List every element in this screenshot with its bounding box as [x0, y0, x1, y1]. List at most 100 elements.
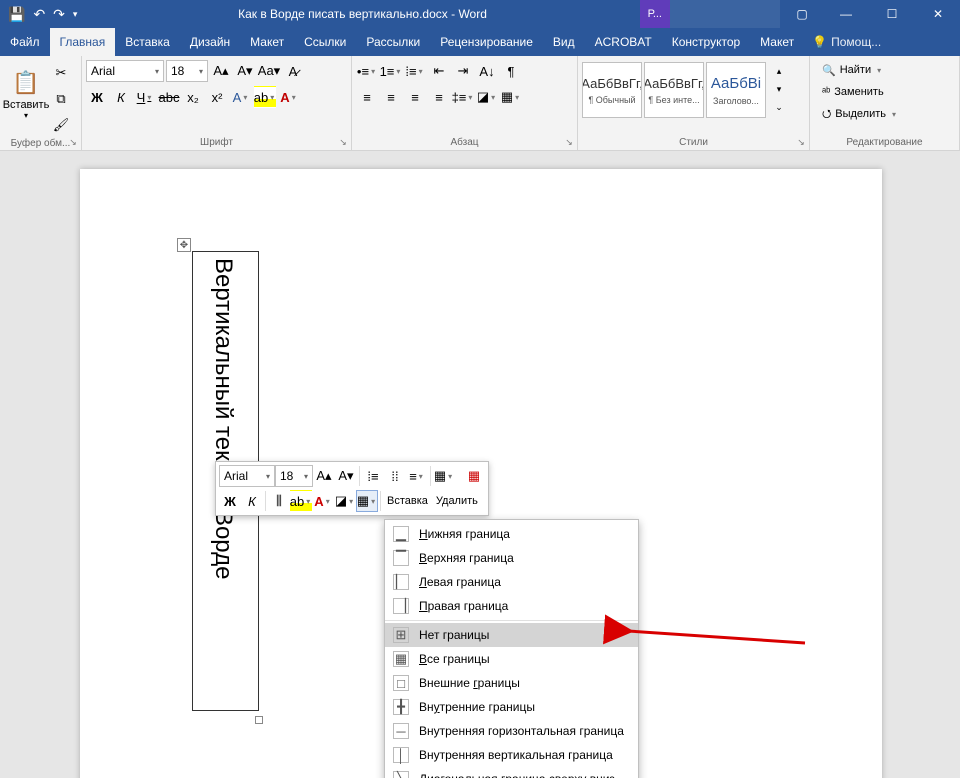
redo-icon[interactable]: ↷	[53, 6, 65, 23]
mini-align[interactable]: ≡▾	[406, 465, 428, 487]
border-inside-v[interactable]: │Внутренняя вертикальная граница	[385, 743, 638, 767]
subscript-button[interactable]: x₂	[182, 86, 204, 108]
tab-mailings[interactable]: Рассылки	[356, 28, 430, 56]
copy-button[interactable]: ⧉	[50, 88, 72, 110]
maximize-button[interactable]: ☐	[870, 0, 914, 28]
mini-shading[interactable]: ◪▾	[334, 490, 356, 512]
tab-view[interactable]: Вид	[543, 28, 585, 56]
dialog-launcher-icon[interactable]: ↘	[67, 136, 79, 148]
font-color-button[interactable]: A▾	[278, 86, 300, 108]
border-right[interactable]: ▕Правая граница	[385, 594, 638, 618]
highlight-button[interactable]: ab▾	[254, 86, 276, 108]
style-normal[interactable]: АаБбВвГг,¶ Обычный	[582, 62, 642, 118]
change-case-button[interactable]: Aa▾	[258, 60, 280, 82]
align-right-button[interactable]: ≡	[404, 86, 426, 108]
bullets-button[interactable]: •≡▾	[356, 60, 378, 82]
border-top[interactable]: ▔Верхняя граница	[385, 546, 638, 570]
find-button[interactable]: 🔍Найти▾	[818, 60, 902, 80]
sort-button[interactable]: A↓	[476, 60, 498, 82]
select-button[interactable]: ⭯Выделить▾	[818, 104, 902, 124]
numbering-button[interactable]: 1≡▾	[380, 60, 402, 82]
underline-button[interactable]: Ч▾	[134, 86, 156, 108]
multilevel-list-button[interactable]: ⁞≡▾	[404, 60, 426, 82]
save-icon[interactable]: 💾	[8, 6, 25, 23]
user-account[interactable]	[670, 0, 780, 28]
mini-style1[interactable]: ⁞≡	[362, 465, 384, 487]
border-outside[interactable]: □Внешние границы	[385, 671, 638, 695]
border-left[interactable]: ▏Левая граница	[385, 570, 638, 594]
tab-review[interactable]: Рецензирование	[430, 28, 543, 56]
table-move-handle[interactable]: ✥	[177, 238, 191, 252]
superscript-button[interactable]: x²	[206, 86, 228, 108]
styles-row-up[interactable]: ▴	[768, 62, 790, 80]
border-diag-down[interactable]: ╲Диагональная граница сверху вниз	[385, 767, 638, 778]
align-left-button[interactable]: ≡	[356, 86, 378, 108]
vertical-text[interactable]: Вертикальный текст в Ворде	[209, 258, 237, 579]
text-effects-button[interactable]: A▾	[230, 86, 252, 108]
font-name-combo[interactable]: Arial▾	[86, 60, 164, 82]
border-all[interactable]: ▦Все границы	[385, 647, 638, 671]
dialog-launcher-icon[interactable]: ↘	[795, 136, 807, 148]
tab-layout[interactable]: Макет	[240, 28, 294, 56]
dialog-launcher-icon[interactable]: ↘	[337, 136, 349, 148]
mini-highlight[interactable]: ab▾	[290, 490, 312, 512]
clear-formatting-button[interactable]: A̷	[282, 60, 304, 82]
grow-font-button[interactable]: A▴	[210, 60, 232, 82]
borders-button[interactable]: ▦▾	[500, 86, 522, 108]
ribbon-display-options-icon[interactable]: ▢	[780, 0, 824, 28]
tab-insert[interactable]: Вставка	[115, 28, 180, 56]
shading-button[interactable]: ◪▾	[476, 86, 498, 108]
mini-shrink-font[interactable]: A▾	[335, 465, 357, 487]
font-size-combo[interactable]: 18▾	[166, 60, 208, 82]
minimize-button[interactable]: —	[824, 0, 868, 28]
border-inside[interactable]: ╋Внутренние границы	[385, 695, 638, 719]
tab-acrobat[interactable]: ACROBAT	[585, 28, 662, 56]
line-spacing-button[interactable]: ‡≡▾	[452, 86, 474, 108]
mini-borders[interactable]: ▦▾	[356, 490, 378, 512]
dialog-launcher-icon[interactable]: ↘	[563, 136, 575, 148]
mini-italic[interactable]: К	[241, 490, 263, 512]
tell-me[interactable]: 💡Помощ...	[804, 28, 889, 56]
mini-table-delete[interactable]: ▦	[463, 465, 485, 487]
tab-file[interactable]: Файл	[0, 28, 50, 56]
mini-table-insert[interactable]: ▦▾	[433, 465, 455, 487]
style-no-spacing[interactable]: АаБбВвГг,¶ Без инте...	[644, 62, 704, 118]
shrink-font-button[interactable]: A▾	[234, 60, 256, 82]
border-inside-h[interactable]: ─Внутренняя горизонтальная граница	[385, 719, 638, 743]
mini-style2[interactable]: ⁞⁞	[384, 465, 406, 487]
styles-more[interactable]: ⌄	[768, 98, 790, 116]
justify-button[interactable]: ≡	[428, 86, 450, 108]
mini-font-color[interactable]: A▾	[312, 490, 334, 512]
qat-customize-icon[interactable]: ▾	[73, 9, 78, 20]
border-none[interactable]: ⊞Нет границы	[385, 623, 638, 647]
close-button[interactable]: ✕	[916, 0, 960, 28]
mini-font-combo[interactable]: Arial▾	[219, 465, 275, 487]
style-heading1[interactable]: АаБбВіЗаголово...	[706, 62, 766, 118]
tab-references[interactable]: Ссылки	[294, 28, 356, 56]
styles-row-down[interactable]: ▾	[768, 80, 790, 98]
tab-home[interactable]: Главная	[50, 28, 116, 56]
align-center-button[interactable]: ≡	[380, 86, 402, 108]
format-painter-button[interactable]: 🖌	[50, 114, 72, 136]
tab-design[interactable]: Дизайн	[180, 28, 240, 56]
table-resize-handle[interactable]	[255, 716, 263, 724]
show-marks-button[interactable]: ¶	[500, 60, 522, 82]
cut-button[interactable]: ✂	[50, 62, 72, 84]
replace-button[interactable]: ᵃᵇЗаменить	[818, 82, 902, 102]
mini-columns[interactable]: ⫼	[268, 490, 290, 512]
mini-size-combo[interactable]: 18▾	[275, 465, 313, 487]
tab-table-layout[interactable]: Макет	[750, 28, 804, 56]
mini-bold[interactable]: Ж	[219, 490, 241, 512]
italic-button[interactable]: К	[110, 86, 132, 108]
mini-delete-button[interactable]: Удалить	[432, 495, 482, 507]
mini-insert-button[interactable]: Вставка	[383, 495, 432, 507]
strikethrough-button[interactable]: abc	[158, 86, 180, 108]
border-bottom[interactable]: ▁Нижняя граница	[385, 522, 638, 546]
bold-button[interactable]: Ж	[86, 86, 108, 108]
mini-grow-font[interactable]: A▴	[313, 465, 335, 487]
paste-button[interactable]: 📋 Вставить ▾	[4, 58, 48, 128]
undo-icon[interactable]: ↶	[33, 6, 45, 23]
tab-table-design[interactable]: Конструктор	[662, 28, 750, 56]
decrease-indent-button[interactable]: ⇤	[428, 60, 450, 82]
increase-indent-button[interactable]: ⇥	[452, 60, 474, 82]
